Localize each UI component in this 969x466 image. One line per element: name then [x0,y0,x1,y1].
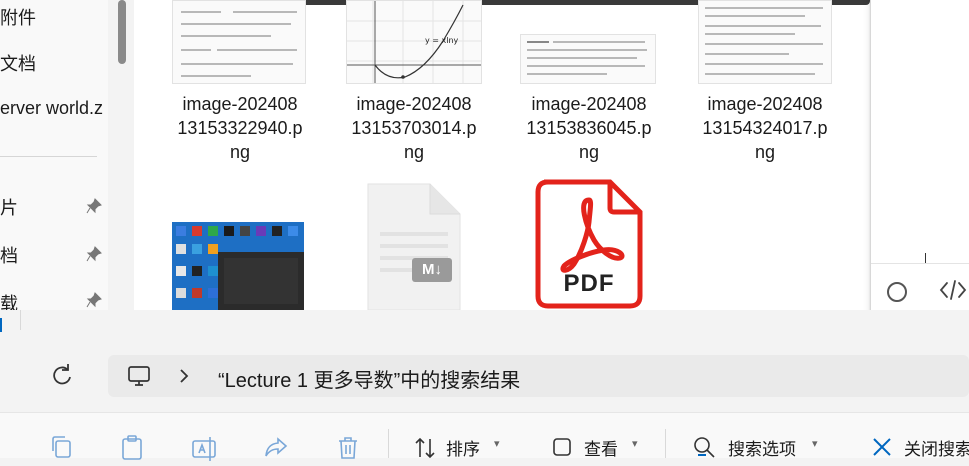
sidebar-scrollbar-thumb[interactable] [118,0,126,64]
sidebar-item-pictures[interactable]: 片 [0,194,18,220]
explorer-window-foreground: “Lecture 1 更多导数”中的搜索结果 排序 ▾ 查看 ▾ 搜索选项 ▾ … [0,345,969,461]
file-item[interactable]: image-202408 13154324017.p ng [687,92,843,164]
explorer-window-background: 附件 文档 erver world.z 片 档 载 image-202408 1… [0,0,969,345]
pin-icon [86,246,102,262]
sidebar-item-label: erver world.z [0,98,104,118]
sidebar-item-server-world-zip[interactable]: erver world.z [0,98,103,119]
graph-plot: y = xlny [347,1,481,83]
floating-panel [870,0,969,326]
file-item[interactable]: image-202408 13153703014.p ng [336,92,492,164]
command-bar: 排序 ▾ 查看 ▾ 搜索选项 ▾ 关闭搜索 [0,412,969,461]
command-separator [388,429,389,458]
markdown-file-icon[interactable]: M↓ [364,180,464,310]
this-pc-icon[interactable] [126,364,152,388]
file-item[interactable]: image-202408 13153322940.p ng [162,92,318,164]
status-marker [0,318,2,332]
file-name: image-202408 13153322940.p ng [177,94,303,162]
chevron-down-icon: ▾ [812,438,818,450]
sidebar-item-documents-pinned[interactable]: 档 [0,242,18,268]
file-name: image-202408 13153703014.p ng [351,94,477,162]
file-thumbnail-graph[interactable]: y = xlny [346,0,482,84]
navigation-pane: 附件 文档 erver world.z 片 档 载 [0,0,108,314]
chevron-right-icon[interactable] [176,367,192,385]
sidebar-item-label: 档 [0,246,18,266]
pin-icon [86,198,102,214]
pdf-badge: PDF [563,270,615,297]
file-view: image-202408 13153322940.p ng y = xlny ima… [134,0,870,310]
file-item[interactable]: image-202408 13153836045.p ng [511,92,667,164]
chevron-down-icon: ▾ [632,438,638,450]
file-thumbnail-image[interactable] [172,0,306,84]
search-options-label: 搜索选项 [728,440,796,459]
graph-label: y = xlny [425,36,459,45]
file-name: image-202408 13154324017.p ng [702,94,828,162]
markdown-badge: M↓ [422,261,442,278]
close-search-label: 关闭搜索 [904,440,969,459]
status-divider [20,310,21,330]
address-location-text: “Lecture 1 更多导数”中的搜索结果 [218,370,521,392]
refresh-icon [53,364,71,385]
code-icon[interactable] [939,278,967,302]
status-area [0,310,969,345]
desktop-screenshot-image [172,222,304,310]
sidebar-item-label: 文档 [0,54,36,74]
chevron-down-icon: ▾ [494,438,500,450]
file-thumbnail-image[interactable] [520,34,656,84]
sidebar-divider [0,156,97,157]
refresh-button[interactable] [44,358,80,394]
command-separator [665,429,666,458]
sidebar-item-label: 附件 [0,8,36,28]
pdf-file-icon[interactable]: PDF [534,178,644,310]
view-label: 查看 [584,440,618,459]
text-caret [925,253,926,263]
sidebar-item-label: 片 [0,198,18,218]
address-bar[interactable]: “Lecture 1 更多导数”中的搜索结果 [108,355,969,397]
circle-icon[interactable] [887,282,907,302]
file-thumbnail-screenshot[interactable] [172,222,304,310]
file-name: image-202408 13153836045.p ng [526,94,652,162]
sidebar-item-attachments[interactable]: 附件 [0,4,36,30]
file-thumbnail-image[interactable] [698,0,832,84]
sidebar-item-documents[interactable]: 文档 [0,50,36,76]
pin-icon [86,292,102,308]
sort-label: 排序 [446,440,480,459]
